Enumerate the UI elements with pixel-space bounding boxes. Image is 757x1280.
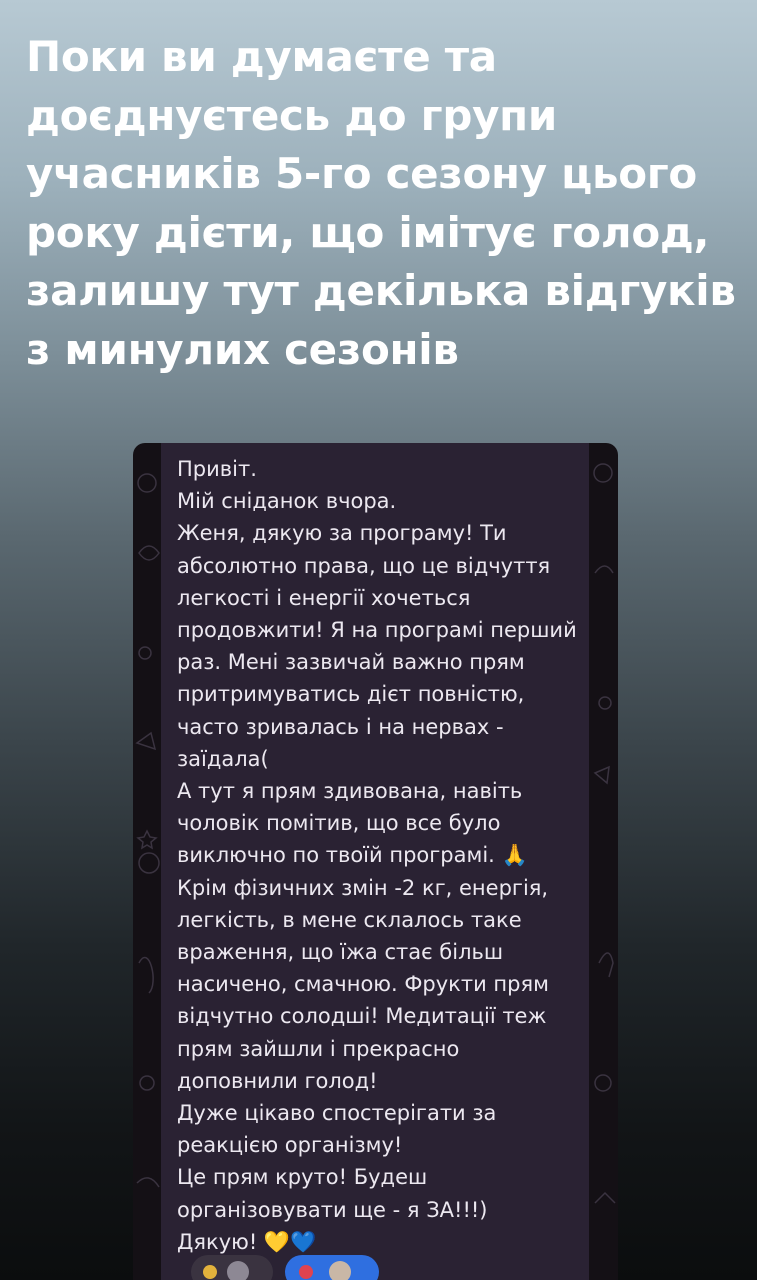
- message-text: Привіт. Мій сніданок вчора. Женя, дякую …: [177, 457, 577, 1254]
- reaction-pill-selected[interactable]: [285, 1255, 379, 1280]
- chat-screenshot: Привіт. Мій сніданок вчора. Женя, дякую …: [133, 443, 618, 1280]
- reaction-emoji-icon: [203, 1265, 217, 1279]
- reaction-emoji-icon: [299, 1265, 313, 1279]
- reaction-pill[interactable]: [191, 1255, 273, 1280]
- message-bubble: Привіт. Мій сніданок вчора. Женя, дякую …: [161, 443, 589, 1280]
- reaction-avatar: [227, 1261, 249, 1280]
- reaction-avatar: [329, 1261, 351, 1280]
- story-caption: Поки ви думаєте та доєднуєтесь до групи …: [26, 32, 736, 374]
